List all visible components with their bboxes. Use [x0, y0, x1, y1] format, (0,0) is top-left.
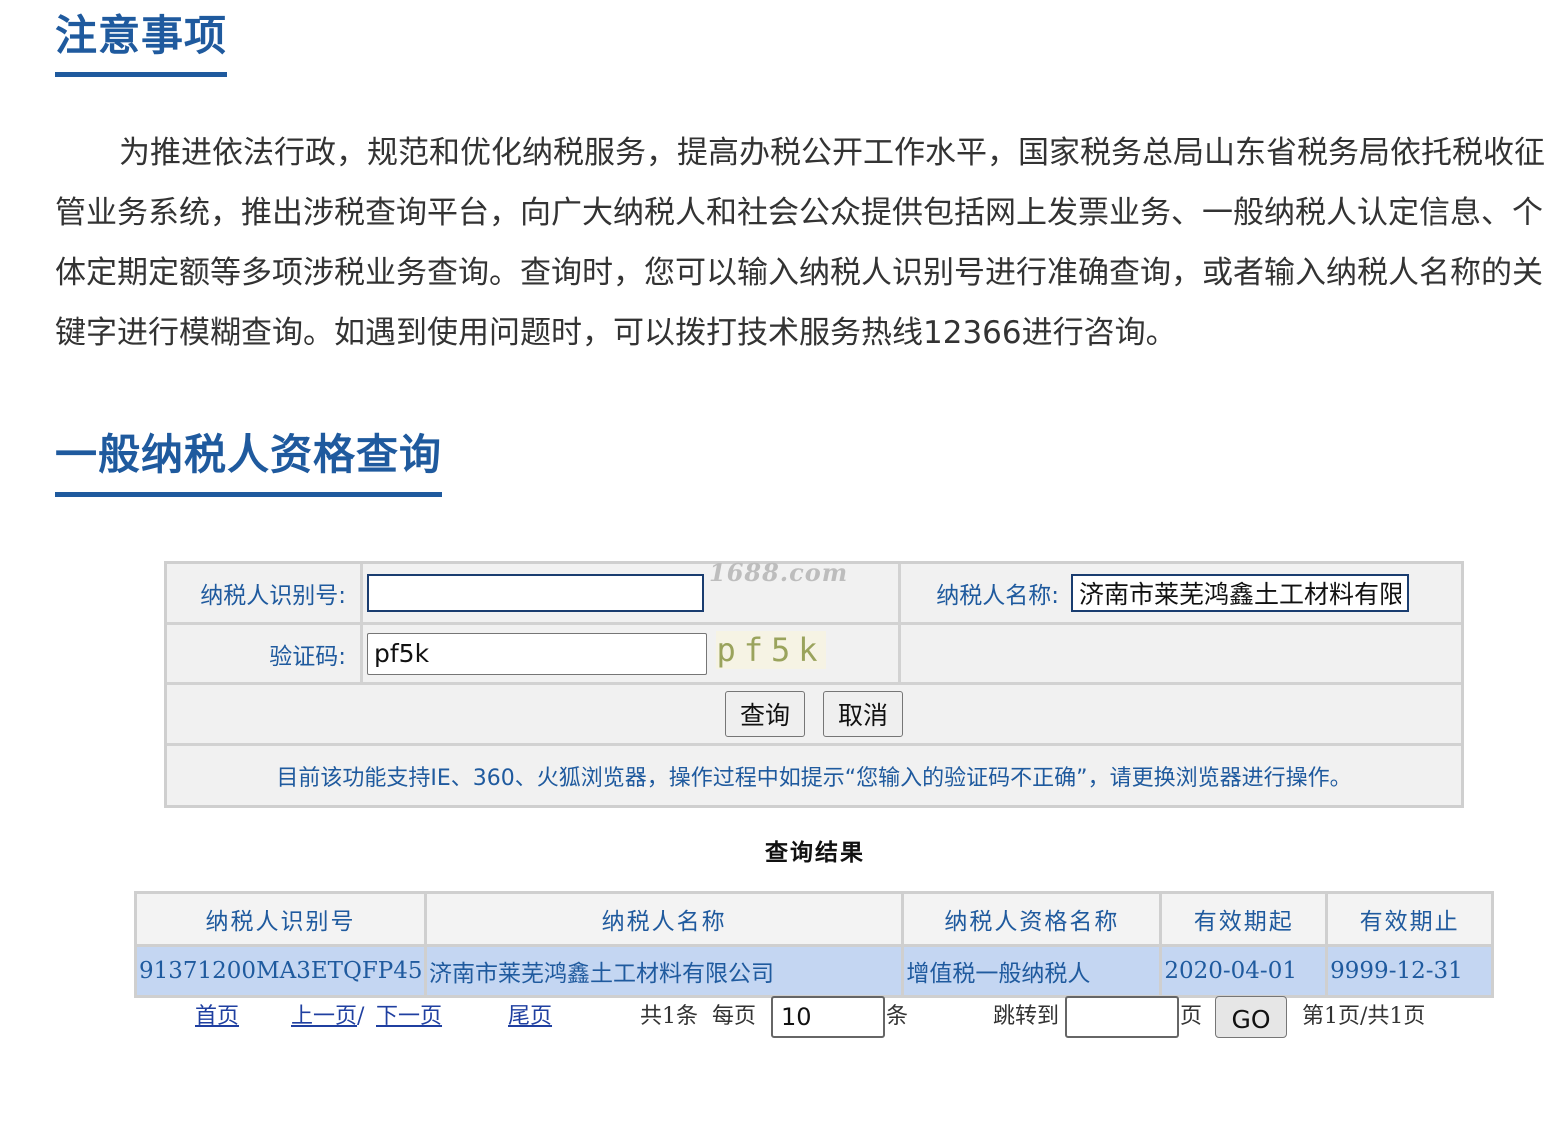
cell-qualification: 增值税一般纳税人 [901, 944, 1163, 998]
column-header-valid-to: 有效期止 [1325, 891, 1494, 947]
jump-page-input[interactable] [1065, 996, 1179, 1038]
per-page-unit: 条 [886, 1004, 909, 1029]
pager-separator: / [357, 1004, 365, 1029]
first-page-link[interactable]: 首页 [195, 995, 239, 1039]
browser-notice: 目前该功能支持IE、360、火狐浏览器，操作过程中如提示“您输入的验证码不正确”… [276, 765, 1352, 791]
total-count: 共1条 [640, 1004, 698, 1029]
notice-title: 注意事项 [55, 6, 228, 77]
search-button[interactable]: 查询 [724, 691, 805, 737]
go-button[interactable]: GO [1215, 996, 1287, 1038]
results-title: 查询结果 [765, 839, 865, 866]
captcha-label: 验证码: [167, 625, 363, 682]
taxpayer-name-cell [1071, 564, 1461, 622]
taxid-input[interactable] [367, 574, 704, 612]
taxid-label: 纳税人识别号: [167, 564, 363, 622]
empty-cell [901, 625, 1461, 682]
cancel-button[interactable]: 取消 [823, 691, 904, 737]
page: 注意事项 为推进依法行政，规范和优化纳税服务，提高办税公开工作水平，国家税务总局… [0, 0, 1554, 1138]
page-info: 第1页/共1页 [1302, 1004, 1426, 1029]
captcha-cell: pf5k [363, 625, 901, 682]
next-page-link[interactable]: 下一页 [376, 995, 442, 1039]
form-row-notice: 目前该功能支持IE、360、火狐浏览器，操作过程中如提示“您输入的验证码不正确”… [167, 746, 1461, 805]
taxpayer-name-input[interactable] [1071, 574, 1409, 612]
results-table: 纳税人识别号 纳税人名称 纳税人资格名称 有效期起 有效期止 91371200M… [134, 891, 1494, 998]
form-row-ids: 纳税人识别号: 1688.com 纳税人名称: [167, 558, 1461, 625]
captcha-input[interactable] [367, 632, 707, 675]
page-unit: 页 [1180, 1004, 1203, 1029]
form-row-buttons: 查询 取消 [167, 685, 1461, 746]
per-page-label: 每页 [712, 1004, 757, 1029]
table-row[interactable]: 91371200MA3ETQFP45 济南市莱芜鸿鑫土工材料有限公司 增值税一般… [134, 944, 1494, 998]
form-row-captcha: 验证码: pf5k [167, 625, 1461, 685]
notice-text: 为推进依法行政，规范和优化纳税服务，提高办税公开工作水平，国家税务总局山东省税务… [55, 135, 1545, 351]
taxpayer-name-label: 纳税人名称: [936, 583, 1059, 609]
watermark: 1688.com [709, 558, 849, 587]
query-form: 纳税人识别号: 1688.com 纳税人名称: 验证码: pf5k 查询 取消 … [164, 558, 1464, 808]
column-header-taxid: 纳税人识别号 [134, 891, 427, 947]
cell-valid-from: 2020-04-01 [1159, 944, 1329, 998]
cell-valid-to: 9999-12-31 [1325, 944, 1494, 998]
captcha-image[interactable]: pf5k [716, 631, 826, 669]
pager: 首页 上一页 / 下一页 尾页 共1条 每页 条 跳转到 页 GO 第1页/共1… [0, 995, 1554, 1039]
taxid-cell: 1688.com [363, 558, 901, 622]
jump-label: 跳转到 [993, 1004, 1060, 1029]
query-section-title: 一般纳税人资格查询 [55, 424, 443, 497]
column-header-name: 纳税人名称 [423, 891, 905, 947]
results-header-row: 纳税人识别号 纳税人名称 纳税人资格名称 有效期起 有效期止 [134, 891, 1494, 947]
per-page-input[interactable] [771, 996, 885, 1038]
cell-name: 济南市莱芜鸿鑫土工材料有限公司 [423, 944, 905, 998]
column-header-qualification: 纳税人资格名称 [901, 891, 1163, 947]
column-header-valid-from: 有效期起 [1159, 891, 1329, 947]
cell-taxid: 91371200MA3ETQFP45 [134, 944, 427, 998]
prev-page-link[interactable]: 上一页 [291, 995, 357, 1039]
last-page-link[interactable]: 尾页 [508, 995, 552, 1039]
